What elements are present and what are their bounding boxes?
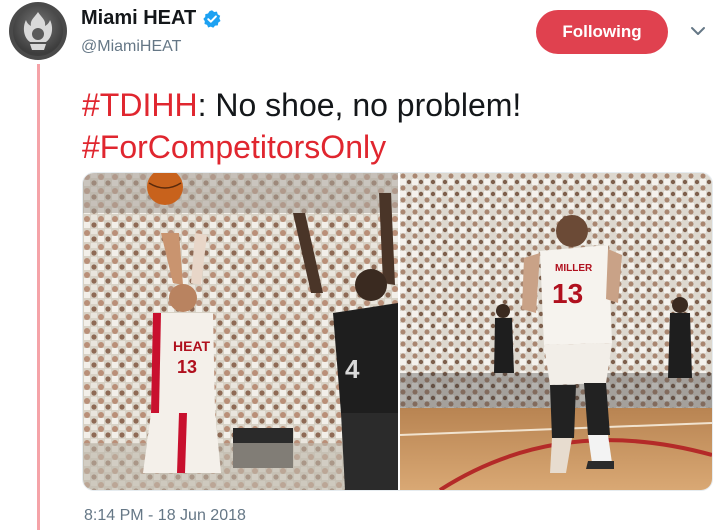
thread-line	[37, 64, 40, 530]
media-gallery: HEAT 13 4 MILLER 13	[82, 172, 713, 491]
photo-right-jersey-name: MILLER	[555, 263, 593, 274]
photo-left-opponent-number: 4	[345, 354, 360, 384]
avatar[interactable]	[9, 2, 67, 60]
author-row: Miami HEAT	[81, 7, 222, 30]
following-button[interactable]: Following	[536, 10, 668, 54]
photo-right[interactable]: MILLER 13	[400, 173, 712, 490]
hashtag-link-forcompetitorsonly[interactable]: #ForCompetitorsOnly	[82, 129, 386, 165]
tweet-body-text: : No shoe, no problem!	[197, 87, 522, 123]
photo-left[interactable]: HEAT 13 4	[83, 173, 398, 490]
photo-left-jersey-number: 13	[177, 357, 197, 377]
heat-logo-icon	[13, 6, 63, 56]
photo-right-image: MILLER 13	[400, 173, 712, 490]
hashtag-link-tdihh[interactable]: #TDIHH	[82, 87, 198, 123]
verified-badge-icon	[203, 9, 221, 28]
tweet-text: #TDIHH: No shoe, no problem! #ForCompeti…	[82, 84, 702, 168]
photo-right-jersey-number: 13	[552, 278, 583, 309]
chevron-down-icon[interactable]	[690, 24, 706, 38]
display-name[interactable]: Miami HEAT	[81, 7, 196, 30]
svg-text:HEAT: HEAT	[173, 338, 211, 354]
handle[interactable]: @MiamiHEAT	[81, 38, 181, 56]
photo-left-image: HEAT 13 4	[83, 173, 398, 490]
timestamp-link[interactable]: 8:14 PM - 18 Jun 2018	[84, 507, 246, 525]
